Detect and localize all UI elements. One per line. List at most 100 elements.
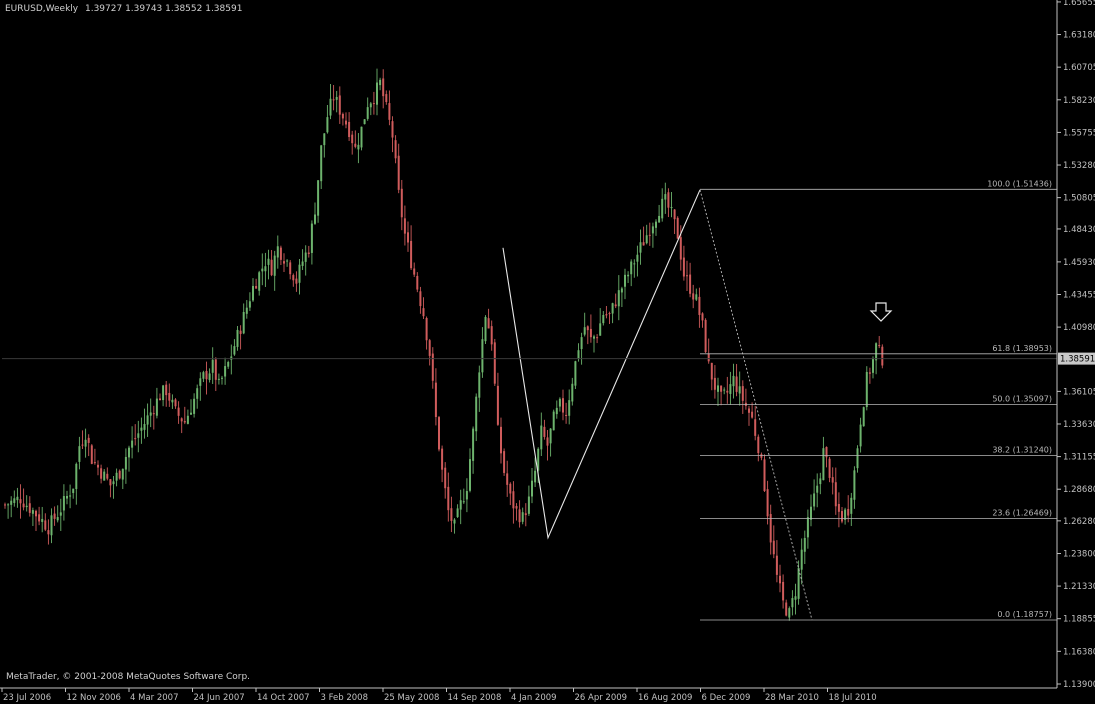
candle-body xyxy=(772,540,775,555)
time-tick-label: 12 Nov 2006 xyxy=(67,693,121,703)
candle-body xyxy=(620,288,623,293)
candle-body xyxy=(673,209,676,220)
candle-body xyxy=(248,301,251,308)
candle-body xyxy=(658,215,661,223)
candle-body xyxy=(28,503,31,513)
candle-body xyxy=(149,412,152,416)
fibonacci-retracement[interactable]: 100.0 (1.51436) 61.8 (1.38953) 50.0 (1.350… xyxy=(700,179,1057,621)
candle-body xyxy=(112,481,115,485)
candle-body xyxy=(441,448,444,470)
candle-body xyxy=(661,198,664,219)
candle-body xyxy=(763,459,766,492)
candle-body xyxy=(50,515,53,536)
candle-body xyxy=(131,440,134,448)
candle-body xyxy=(165,384,168,396)
candle-body xyxy=(605,314,608,316)
candle-body xyxy=(214,359,217,380)
price-tick-label: 1.21330 xyxy=(1063,582,1095,592)
candle-body xyxy=(186,415,189,424)
candle-body xyxy=(630,261,633,275)
candle-body xyxy=(782,581,785,601)
price-tick-label: 1.60705 xyxy=(1063,63,1095,73)
candle-body xyxy=(391,121,394,138)
candle-body xyxy=(289,262,292,275)
candle-body xyxy=(159,398,161,401)
candle-body xyxy=(434,382,437,418)
candle-body xyxy=(676,217,679,239)
candle-body xyxy=(422,308,425,317)
candle-body xyxy=(531,480,533,497)
candle-body xyxy=(44,520,47,530)
candle-body xyxy=(723,389,726,391)
candle-body xyxy=(109,479,112,486)
candle-body xyxy=(146,415,149,425)
candle-body xyxy=(797,568,800,599)
time-axis[interactable]: 23 Jul 2006 12 Nov 2006 4 Mar 2007 24 Jun 2… xyxy=(1,688,877,703)
candle-body xyxy=(475,396,478,432)
candle-body xyxy=(841,511,843,522)
candle-body xyxy=(304,252,307,262)
candle-body xyxy=(453,519,456,524)
candle-body xyxy=(642,242,645,246)
candle-body xyxy=(236,329,239,347)
candle-body xyxy=(400,188,403,218)
candle-body xyxy=(872,358,874,373)
price-axis[interactable]: 1.65655 1.63180 1.60705 1.58230 1.55755 1.532… xyxy=(2,0,1095,690)
candle-body xyxy=(13,498,16,503)
candle-body xyxy=(326,117,329,133)
candle-body xyxy=(227,362,230,367)
candle-body xyxy=(701,313,704,321)
candle-body xyxy=(279,247,282,260)
price-tick-label: 1.40980 xyxy=(1063,323,1095,333)
candle-body xyxy=(56,517,59,521)
candle-body xyxy=(283,261,285,264)
candle-body xyxy=(692,293,695,300)
candle-body xyxy=(4,504,6,506)
candle-body xyxy=(875,343,878,361)
candle-body xyxy=(245,307,248,314)
price-tick-label: 1.36105 xyxy=(1063,387,1095,397)
candle-body xyxy=(664,194,667,200)
candle-body xyxy=(465,491,468,500)
candle-body xyxy=(810,506,812,520)
price-tick-label: 1.23800 xyxy=(1063,550,1095,560)
candle-body xyxy=(803,537,806,552)
candle-body xyxy=(490,326,493,345)
candle-body xyxy=(503,451,506,473)
candle-body xyxy=(128,447,130,458)
time-tick-label: 6 Dec 2009 xyxy=(702,693,751,703)
candle-body xyxy=(16,496,19,501)
candle-body xyxy=(258,272,261,291)
candle-body xyxy=(487,318,490,329)
candle-body xyxy=(47,530,50,535)
candle-body xyxy=(524,513,527,516)
candle-body xyxy=(577,350,580,359)
candle-body xyxy=(69,495,72,497)
candle-body xyxy=(614,304,617,307)
candle-body xyxy=(682,257,685,277)
candle-body xyxy=(816,485,819,493)
candle-body xyxy=(382,78,385,97)
candle-body xyxy=(834,482,837,507)
candle-body xyxy=(500,426,502,454)
candle-body xyxy=(735,376,738,392)
candle-body xyxy=(183,421,186,423)
candle-body xyxy=(648,234,651,236)
candle-body xyxy=(729,384,732,394)
candle-body xyxy=(856,448,859,469)
candle-body xyxy=(298,264,301,283)
candle-body xyxy=(670,207,673,209)
candle-body xyxy=(800,549,803,570)
price-tick-label: 1.65655 xyxy=(1063,0,1095,8)
price-chart[interactable]: 100.0 (1.51436) 61.8 (1.38953) 50.0 (1.350… xyxy=(0,0,1095,704)
candle-body xyxy=(416,275,419,290)
candle-body xyxy=(751,411,754,418)
candle-body xyxy=(211,359,214,373)
candle-body xyxy=(72,488,75,494)
chart-window[interactable]: EURUSD,Weekly 1.39727 1.39743 1.38552 1.… xyxy=(0,0,1095,704)
price-tick-label: 1.28680 xyxy=(1063,485,1095,495)
candle-body xyxy=(878,345,881,347)
candle-body xyxy=(589,328,592,338)
candle-body xyxy=(496,385,499,425)
candle-body xyxy=(645,235,648,244)
